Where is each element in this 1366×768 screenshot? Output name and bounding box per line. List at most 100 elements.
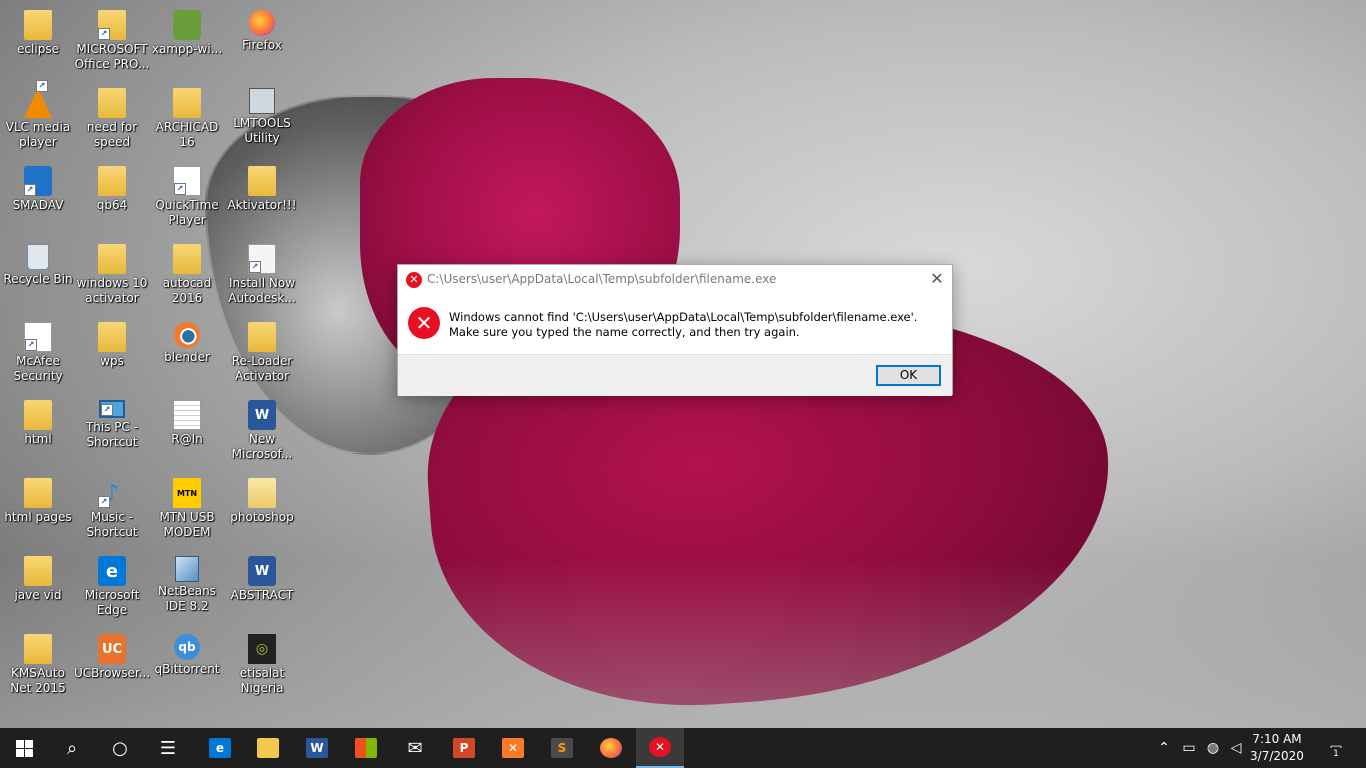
store-glyph (355, 738, 377, 758)
desktop-icon-html[interactable]: html (0, 394, 76, 468)
error-glyph: ✕ (649, 737, 671, 757)
icon-label: Music - Shortcut (86, 510, 138, 539)
ok-button[interactable]: OK (876, 365, 941, 386)
icon-label: Install Now Autodesk... (228, 276, 296, 305)
icon-label: html (24, 432, 52, 446)
desktop-icon-html-pages[interactable]: html pages (0, 472, 76, 546)
volume-icon[interactable]: ◁ (1226, 728, 1246, 768)
desktop-icon-firefox[interactable]: Firefox (224, 4, 300, 78)
desktop-icon-this-pc[interactable]: This PC - Shortcut (74, 394, 150, 468)
icon-label: VLC media player (5, 120, 71, 149)
desktop-icon-aktivator[interactable]: Aktivator!!! (224, 160, 300, 234)
store-icon[interactable] (342, 728, 390, 768)
sublime-text-icon[interactable]: S (538, 728, 586, 768)
folder-icon (173, 88, 201, 118)
desktop-icon-music[interactable]: ♪Music - Shortcut (74, 472, 150, 546)
network-globe-icon[interactable]: ◍ (1202, 728, 1224, 768)
desktop-icon-smadav[interactable]: SMADAV (0, 160, 76, 234)
desktop-icon-mtn[interactable]: MTN MTN USB MODEM (149, 472, 225, 546)
document-icon (24, 322, 52, 352)
search-icon[interactable]: ⌕ (48, 728, 96, 768)
desktop-icon-microsoft-office[interactable]: MICROSOFT Office PRO... (74, 4, 150, 78)
dialog-title: C:\Users\user\AppData\Local\Temp\subfold… (427, 272, 777, 286)
desktop-icon-netbeans[interactable]: NetBeans IDE 8.2 (149, 550, 225, 624)
error-dialog-app-icon[interactable]: ✕ (636, 728, 684, 768)
cortana-icon[interactable]: ○ (96, 728, 144, 768)
etisalat-icon: ◎ (248, 634, 276, 664)
chevron-up-icon[interactable]: ⌃ (1154, 728, 1174, 768)
desktop-icon-kmsauto[interactable]: KMSAuto Net 2015 v... (0, 628, 76, 702)
desktop-icon-qbittorrent[interactable]: qb qBittorrent (149, 628, 225, 702)
ucbrowser-icon: UC (98, 634, 126, 664)
clock-time: 7:10 AM (1252, 732, 1302, 746)
icon-label: SMADAV (12, 198, 64, 212)
word-doc-icon: W (248, 400, 276, 430)
icon-label: This PC - Shortcut (85, 420, 139, 449)
icon-label: html pages (4, 510, 72, 524)
desktop-icon-jave-vid[interactable]: jave vid (0, 550, 76, 624)
desktop-icon-etisalat[interactable]: ◎ etisalat Nigeria (224, 628, 300, 702)
icon-label: NetBeans IDE 8.2 (158, 584, 216, 613)
icon-label: R@In (171, 432, 203, 446)
desktop-icon-recycle-bin[interactable]: Recycle Bin (0, 238, 76, 312)
folder-icon (248, 322, 276, 352)
firefox-icon[interactable] (587, 728, 635, 768)
dialog-title-bar[interactable]: ✕ C:\Users\user\AppData\Local\Temp\subfo… (398, 265, 952, 295)
desktop-icon-edge[interactable]: e Microsoft Edge (74, 550, 150, 624)
desktop-icon-new-microsoft[interactable]: W New Microsof... (224, 394, 300, 468)
desktop-icon-qb64[interactable]: qb64 (74, 160, 150, 234)
desktop-icon-wps[interactable]: wps (74, 316, 150, 390)
desktop-icon-archicad[interactable]: ARCHICAD 16 (149, 82, 225, 156)
desktop-icon-lmtools[interactable]: LMTOOLS Utility (224, 82, 300, 156)
edge-icon[interactable]: e (196, 728, 244, 768)
clock[interactable]: 7:10 AM 3/7/2020 (1248, 731, 1306, 765)
desktop-icon-blender[interactable]: blender (149, 316, 225, 390)
desktop-icon-need-for-speed[interactable]: need for speed (74, 82, 150, 156)
desktop-icon-xampp[interactable]: xampp-wi... (149, 4, 225, 78)
music-icon: ♪ (98, 478, 126, 508)
desktop-icon-quicktime[interactable]: QuickTime Player (149, 160, 225, 234)
taskbar: ⌕ ○ ☰ e W ✉ P ✕ S ✕ ⌃ ▭ ◍ ◁ 7:10 AM 3/7/… (0, 728, 1366, 768)
mail-icon[interactable]: ✉ (391, 728, 439, 768)
desktop-icon-windows10-activator[interactable]: windows 10 activator (74, 238, 150, 312)
close-icon[interactable]: ✕ (922, 265, 952, 293)
battery-icon[interactable]: ▭ (1178, 728, 1200, 768)
icon-label: ABSTRACT (230, 588, 294, 602)
folder-icon (98, 88, 126, 118)
desktop-icon-mcafee[interactable]: McAfee Security Sc... (0, 316, 76, 390)
notification-center-icon[interactable]: ▭1 (1316, 728, 1356, 768)
xampp-icon[interactable]: ✕ (489, 728, 537, 768)
dialog-body: ✕ Windows cannot find 'C:\Users\user\App… (398, 295, 952, 354)
word-icon[interactable]: W (293, 728, 341, 768)
icon-label: qb64 (96, 198, 128, 212)
icon-label: LMTOOLS Utility (233, 116, 291, 145)
folder-icon (24, 634, 52, 664)
powerpoint-icon[interactable]: P (440, 728, 488, 768)
desktop-icon-autocad[interactable]: autocad 2016 (149, 238, 225, 312)
folder-icon (24, 10, 52, 40)
desktop-icon-rain[interactable]: R@In (149, 394, 225, 468)
firefox-icon (249, 10, 275, 36)
icon-label: Firefox (242, 38, 282, 52)
task-view-icon[interactable]: ☰ (144, 728, 192, 768)
desktop-icon-ucbrowser[interactable]: UC UCBrowser... (74, 628, 150, 702)
folder-glyph (257, 738, 279, 758)
icon-label: Microsoft Edge (84, 588, 140, 617)
desktop-icon-reloader[interactable]: Re-Loader Activator 3... (224, 316, 300, 390)
start-button[interactable] (0, 728, 48, 768)
error-title-icon: ✕ (406, 272, 422, 288)
document-icon (173, 166, 201, 196)
text-file-icon (173, 400, 201, 430)
desktop-icon-autodesk[interactable]: Install Now Autodesk... (224, 238, 300, 312)
file-explorer-icon[interactable] (244, 728, 292, 768)
notification-count: 1 (1330, 748, 1342, 760)
error-dialog: ✕ C:\Users\user\AppData\Local\Temp\subfo… (397, 264, 953, 396)
icon-label: Recycle Bin (3, 272, 73, 286)
icon-label: autocad 2016 (162, 276, 212, 305)
icon-label: Re-Loader Activator 3... (231, 354, 293, 383)
desktop-icon-abstract[interactable]: W ABSTRACT (224, 550, 300, 624)
desktop-icon-vlc[interactable]: VLC media player (0, 80, 76, 156)
icon-label: MICROSOFT Office PRO... (74, 42, 150, 71)
desktop-icon-eclipse[interactable]: eclipse (0, 4, 76, 78)
desktop-icon-photoshop[interactable]: photoshop (224, 472, 300, 546)
